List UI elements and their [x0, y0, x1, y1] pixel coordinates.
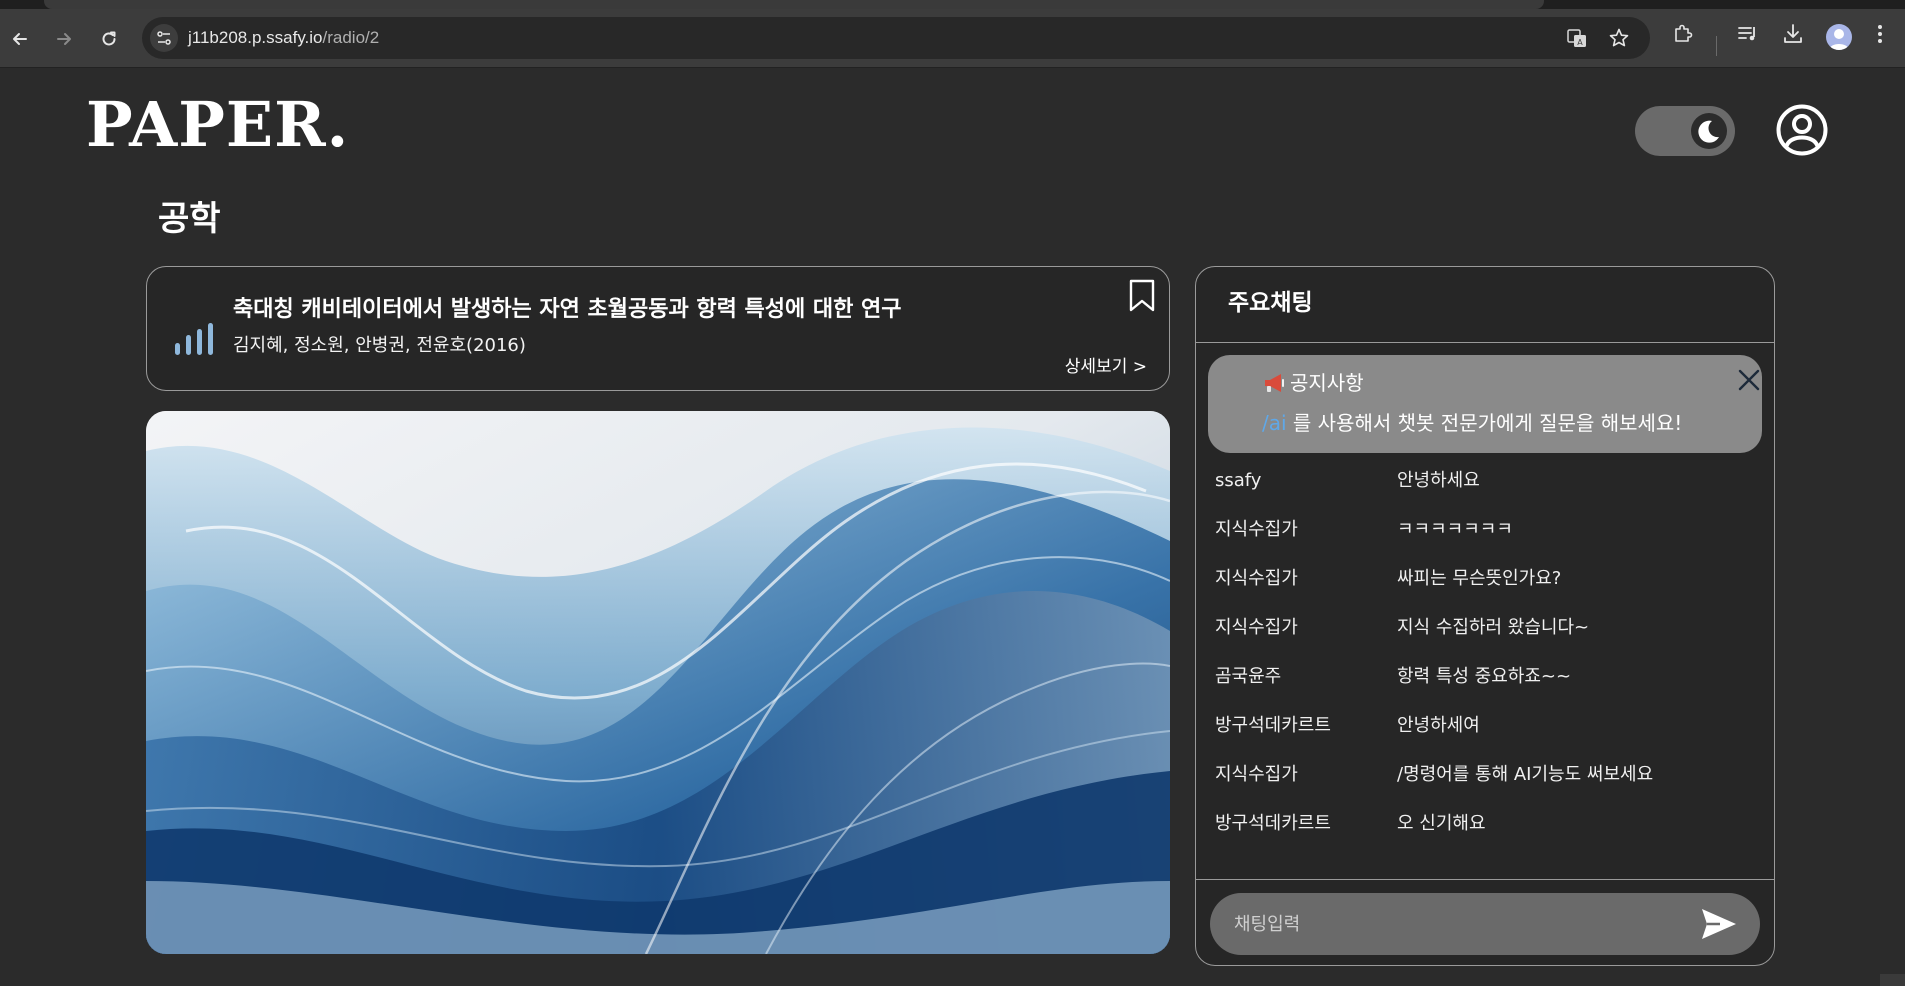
message-text: 싸피는 무슨뜻인가요? [1397, 568, 1562, 589]
theme-toggle[interactable] [1635, 106, 1735, 156]
message-text: /명령어를 통해 AI기능도 써보세요 [1397, 764, 1654, 785]
send-icon[interactable] [1700, 907, 1738, 941]
close-icon[interactable] [1738, 369, 1760, 391]
tab-strip [0, 0, 1905, 9]
chat-divider [1196, 879, 1774, 880]
paper-title: 축대칭 캐비테이터에서 발생하는 자연 초월공동과 항력 특성에 대한 연구 [233, 297, 902, 322]
arrow-left-icon [13, 33, 27, 45]
message-author: ssafy [1215, 470, 1262, 491]
paper-cover-image [146, 411, 1170, 954]
reload-button[interactable] [93, 23, 125, 55]
notice-body-text: 를 사용해서 챗봇 전문가에게 질문을 해보세요! [1286, 411, 1683, 435]
chat-message: 지식수집가 ㅋㅋㅋㅋㅋㅋㅋ [1196, 508, 1774, 557]
chat-input[interactable] [1234, 907, 1674, 941]
kebab-menu-icon [1878, 25, 1882, 43]
message-author: 지식수집가 [1215, 519, 1298, 540]
detail-link[interactable]: 상세보기 > [1065, 355, 1147, 379]
page-title: 공학 [158, 199, 221, 239]
translate-icon: A [1567, 29, 1586, 47]
downloads-button[interactable] [1781, 22, 1805, 46]
message-text: 오 신기해요 [1397, 813, 1486, 834]
extensions-button[interactable] [1671, 22, 1695, 46]
back-button[interactable] [4, 23, 36, 55]
puzzle-icon [1675, 24, 1693, 42]
notice-title: 공지사항 [1262, 369, 1364, 397]
active-tab[interactable] [44, 0, 1544, 9]
chat-message: 곰국윤주 항력 특성 중요하죠~~ [1196, 655, 1774, 704]
download-icon [1784, 24, 1802, 43]
media-button[interactable] [1736, 22, 1760, 46]
reload-icon [102, 31, 116, 46]
message-author: 방구석데카르트 [1215, 715, 1331, 736]
chat-input-bar [1210, 893, 1760, 955]
profile-avatar[interactable] [1826, 24, 1852, 50]
message-author: 곰국윤주 [1215, 666, 1282, 687]
message-author: 지식수집가 [1215, 617, 1298, 638]
url-text[interactable]: j11b208.p.ssafy.io/radio/2 [188, 28, 379, 48]
person-icon [1829, 29, 1849, 50]
paper-card: 축대칭 캐비테이터에서 발생하는 자연 초월공동과 항력 특성에 대한 연구 김… [146, 266, 1170, 391]
message-text: ㅋㅋㅋㅋㅋㅋㅋ [1397, 519, 1513, 540]
site-logo[interactable]: PAPER. [86, 90, 349, 160]
notice-body: /ai 를 사용해서 챗봇 전문가에게 질문을 해보세요! [1262, 409, 1682, 437]
bookmark-icon[interactable] [1128, 279, 1156, 313]
chat-message: ssafy 안녕하세요 [1196, 459, 1774, 508]
scroll-corner [1880, 974, 1905, 986]
audio-bars-icon [175, 323, 213, 355]
chat-message-list: ssafy 안녕하세요 지식수집가 ㅋㅋㅋㅋㅋㅋㅋ 지식수집가 싸피는 무슨뜻인… [1196, 459, 1774, 851]
chat-panel: 주요채팅 공지사항 /ai 를 사용해서 챗봇 전문가에게 질문을 해보세요! … [1195, 266, 1775, 966]
translate-button[interactable]: A [1566, 27, 1588, 49]
paper-authors: 김지혜, 정소원, 안병권, 전윤호(2016) [233, 335, 526, 356]
url-path: /radio/2 [322, 28, 380, 47]
bookmark-star-button[interactable] [1608, 27, 1630, 49]
account-icon[interactable] [1776, 104, 1828, 156]
message-author: 지식수집가 [1215, 764, 1298, 785]
message-author: 방구석데카르트 [1215, 813, 1331, 834]
notice-command: /ai [1262, 411, 1287, 435]
chat-message: 지식수집가 싸피는 무슨뜻인가요? [1196, 557, 1774, 606]
toolbar-separator [1716, 36, 1717, 56]
url-host: j11b208.p.ssafy.io [188, 28, 323, 47]
moon-icon [1691, 113, 1727, 149]
site-info-button[interactable] [150, 24, 178, 52]
media-queue-icon [1738, 27, 1755, 41]
chat-message: 지식수집가 /명령어를 통해 AI기능도 써보세요 [1196, 753, 1774, 802]
notice-title-text: 공지사항 [1290, 371, 1364, 395]
browser-toolbar: j11b208.p.ssafy.io/radio/2 A [0, 9, 1905, 68]
star-icon [1609, 28, 1629, 47]
arrow-right-icon [57, 33, 71, 45]
forward-button[interactable] [48, 23, 80, 55]
chat-message: 지식수집가 지식 수집하러 왔습니다~ [1196, 606, 1774, 655]
chat-message: 방구석데카르트 오 신기해요 [1196, 802, 1774, 851]
chat-message: 방구석데카르트 안녕하세여 [1196, 704, 1774, 753]
browser-menu-button[interactable] [1868, 22, 1892, 46]
message-text: 항력 특성 중요하죠~~ [1397, 666, 1572, 687]
message-text: 지식 수집하러 왔습니다~ [1397, 617, 1590, 638]
message-author: 지식수집가 [1215, 568, 1298, 589]
chat-title: 주요채팅 [1228, 290, 1313, 316]
chat-header: 주요채팅 [1196, 267, 1774, 343]
message-text: 안녕하세여 [1397, 715, 1480, 736]
address-bar[interactable]: j11b208.p.ssafy.io/radio/2 A [142, 17, 1650, 59]
notice-banner: 공지사항 /ai 를 사용해서 챗봇 전문가에게 질문을 해보세요! [1208, 355, 1762, 453]
tune-icon [157, 31, 171, 45]
message-text: 안녕하세요 [1397, 470, 1480, 491]
svg-text:A: A [1577, 38, 1583, 47]
megaphone-icon [1265, 374, 1284, 392]
